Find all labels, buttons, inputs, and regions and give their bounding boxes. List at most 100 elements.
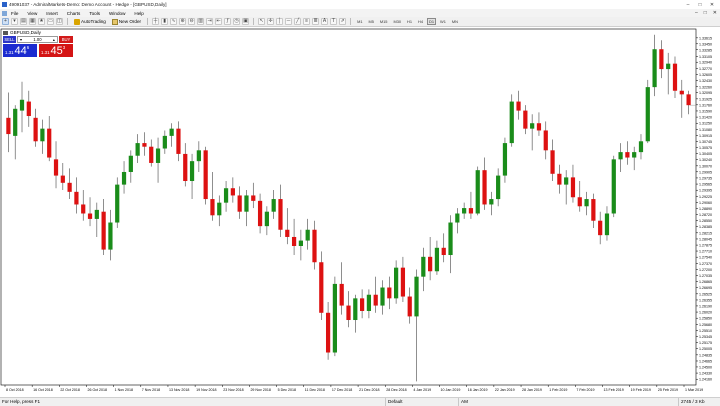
autoscroll-icon[interactable]: ⇥ [206,18,214,25]
timeframe-m30[interactable]: M30 [391,18,403,25]
trendline-icon[interactable]: ╱ [294,18,302,25]
date-label: 17 Dec 2018 [332,388,352,392]
sell-price-pips: 44 [14,45,27,57]
vertical-line-icon[interactable]: │ [276,18,284,25]
price-label: 1.26865 [699,280,712,284]
chart-window[interactable]: 1.33615 1.33450 1.33285 1.33105 1.32940 1.327… [0,27,720,397]
candle-body [353,298,358,321]
menu-tools[interactable]: Tools [89,11,100,16]
templates-icon[interactable]: ▣ [242,18,250,25]
chart-symbol-label: GBPUSD,Daily [10,30,41,35]
candle-body [359,298,365,311]
price-label: 1.29225 [699,195,712,199]
candle-body [203,150,208,200]
candle-body [183,153,188,182]
navigator-icon[interactable]: ★ [38,18,45,25]
date-label: 22 Jan 2019 [495,388,515,392]
tile-windows-icon[interactable]: ▥ [197,18,205,25]
date-label: 1 Feb 2019 [549,388,567,392]
horizontal-line-icon[interactable]: ─ [285,18,293,25]
minimize-icon[interactable]: – [682,0,694,9]
timeframe-w1[interactable]: W1 [438,18,448,25]
arrows-icon[interactable]: ⇗ [339,18,347,25]
menu-insert[interactable]: Insert [46,11,58,16]
profiles-icon[interactable]: ▾ [11,18,18,25]
auto-trading-icon [74,18,80,25]
sell-price[interactable]: 1.31 44 6 [3,44,37,57]
menu-help[interactable]: Help [134,11,143,16]
close-icon[interactable]: ✕ [706,0,718,9]
price-label: 1.27710 [699,250,712,254]
price-label: 1.24835 [699,353,712,357]
indicators-icon[interactable]: ƒ [224,18,232,25]
chart-shift-icon[interactable]: ⇤ [215,18,223,25]
menu-file[interactable]: File [11,11,18,16]
timeframe-m5[interactable]: M5 [366,18,375,25]
candle-body [577,197,582,207]
timeframe-d1[interactable]: D1 [427,18,437,25]
candle-body [407,296,412,317]
menu-view[interactable]: View [27,11,37,16]
lot-decrease-icon[interactable]: ▾ [20,37,22,42]
market-watch-icon[interactable]: ▤ [20,18,27,25]
status-traffic: 2745 / 3 Kb [678,397,720,406]
candle-body [257,200,263,227]
timeframe-h1[interactable]: H1 [405,18,414,25]
chart-close-icon[interactable]: ✕ [713,10,717,16]
equidistant-channel-icon[interactable]: ≡ [303,18,311,25]
maximize-icon[interactable]: □ [694,0,706,9]
zoom-out-icon[interactable]: ⊖ [188,18,196,25]
timeframe-mn[interactable]: MN [450,18,460,25]
candle-body [448,222,453,256]
terminal-icon[interactable]: ▭ [47,18,54,25]
menu-charts[interactable]: Charts [67,11,81,16]
price-label: 1.28890 [699,207,712,211]
new-order-button[interactable]: New Order [110,18,143,26]
candle-body [149,146,154,163]
price-label: 1.32430 [699,79,712,83]
price-label: 1.26190 [699,304,712,308]
candle-body [101,211,106,250]
price-label: 1.26020 [699,311,712,315]
candle-body [332,283,338,353]
zoom-in-icon[interactable]: ⊕ [179,18,187,25]
buy-price[interactable]: 1.31 45 3 [39,44,73,57]
cursor-icon[interactable]: ↖ [258,18,266,25]
data-window-icon[interactable]: ▦ [29,18,36,25]
lot-size-field[interactable]: ▾ 1.00 ▴ [17,36,58,43]
crosshair-icon[interactable]: ✛ [267,18,275,25]
periods-icon[interactable]: ◷ [233,18,241,25]
candle-body [591,199,596,221]
candle-body [387,287,392,299]
candle-body [40,128,45,142]
auto-trading-button[interactable]: AutoTrading [72,18,108,26]
line-chart-icon[interactable]: ∿ [170,18,178,25]
candlestick-icon[interactable]: ▮ [161,18,169,25]
menu-window[interactable]: Window [109,11,125,16]
bar-chart-icon[interactable]: ┼ [152,18,160,25]
chart-minimize-icon[interactable]: – [695,10,698,16]
title-bar: 49091037 - AdmiralMarkets-Demo: Demo Acc… [0,0,720,9]
text-icon[interactable]: A [321,18,329,25]
candle-body [632,152,637,158]
date-label: 13 Feb 2019 [604,388,624,392]
candle-body [455,213,460,223]
timeframe-m1[interactable]: M1 [355,18,364,25]
strategy-tester-icon[interactable]: ◫ [56,18,63,25]
price-label: 1.30915 [699,134,712,138]
buy-button[interactable]: BUY [59,36,73,43]
candle-body [462,208,467,214]
lot-increase-icon[interactable]: ▴ [53,37,55,42]
chart-caption-icon [3,30,8,35]
date-label: 19 Nov 2018 [196,388,216,392]
new-chart-icon[interactable]: + [2,18,9,25]
text-label-icon[interactable]: T [330,18,338,25]
fibonacci-icon[interactable]: ≣ [312,18,320,25]
timeframe-m15[interactable]: M15 [378,18,390,25]
price-chart[interactable]: 1.33615 1.33450 1.33285 1.33105 1.32940 1.327… [0,27,720,397]
sell-button[interactable]: SELL [3,36,16,43]
price-label: 1.31590 [699,109,712,113]
timeframe-h4[interactable]: H4 [416,18,425,25]
candle-body [468,208,474,214]
chart-restore-icon[interactable]: □ [704,10,707,16]
